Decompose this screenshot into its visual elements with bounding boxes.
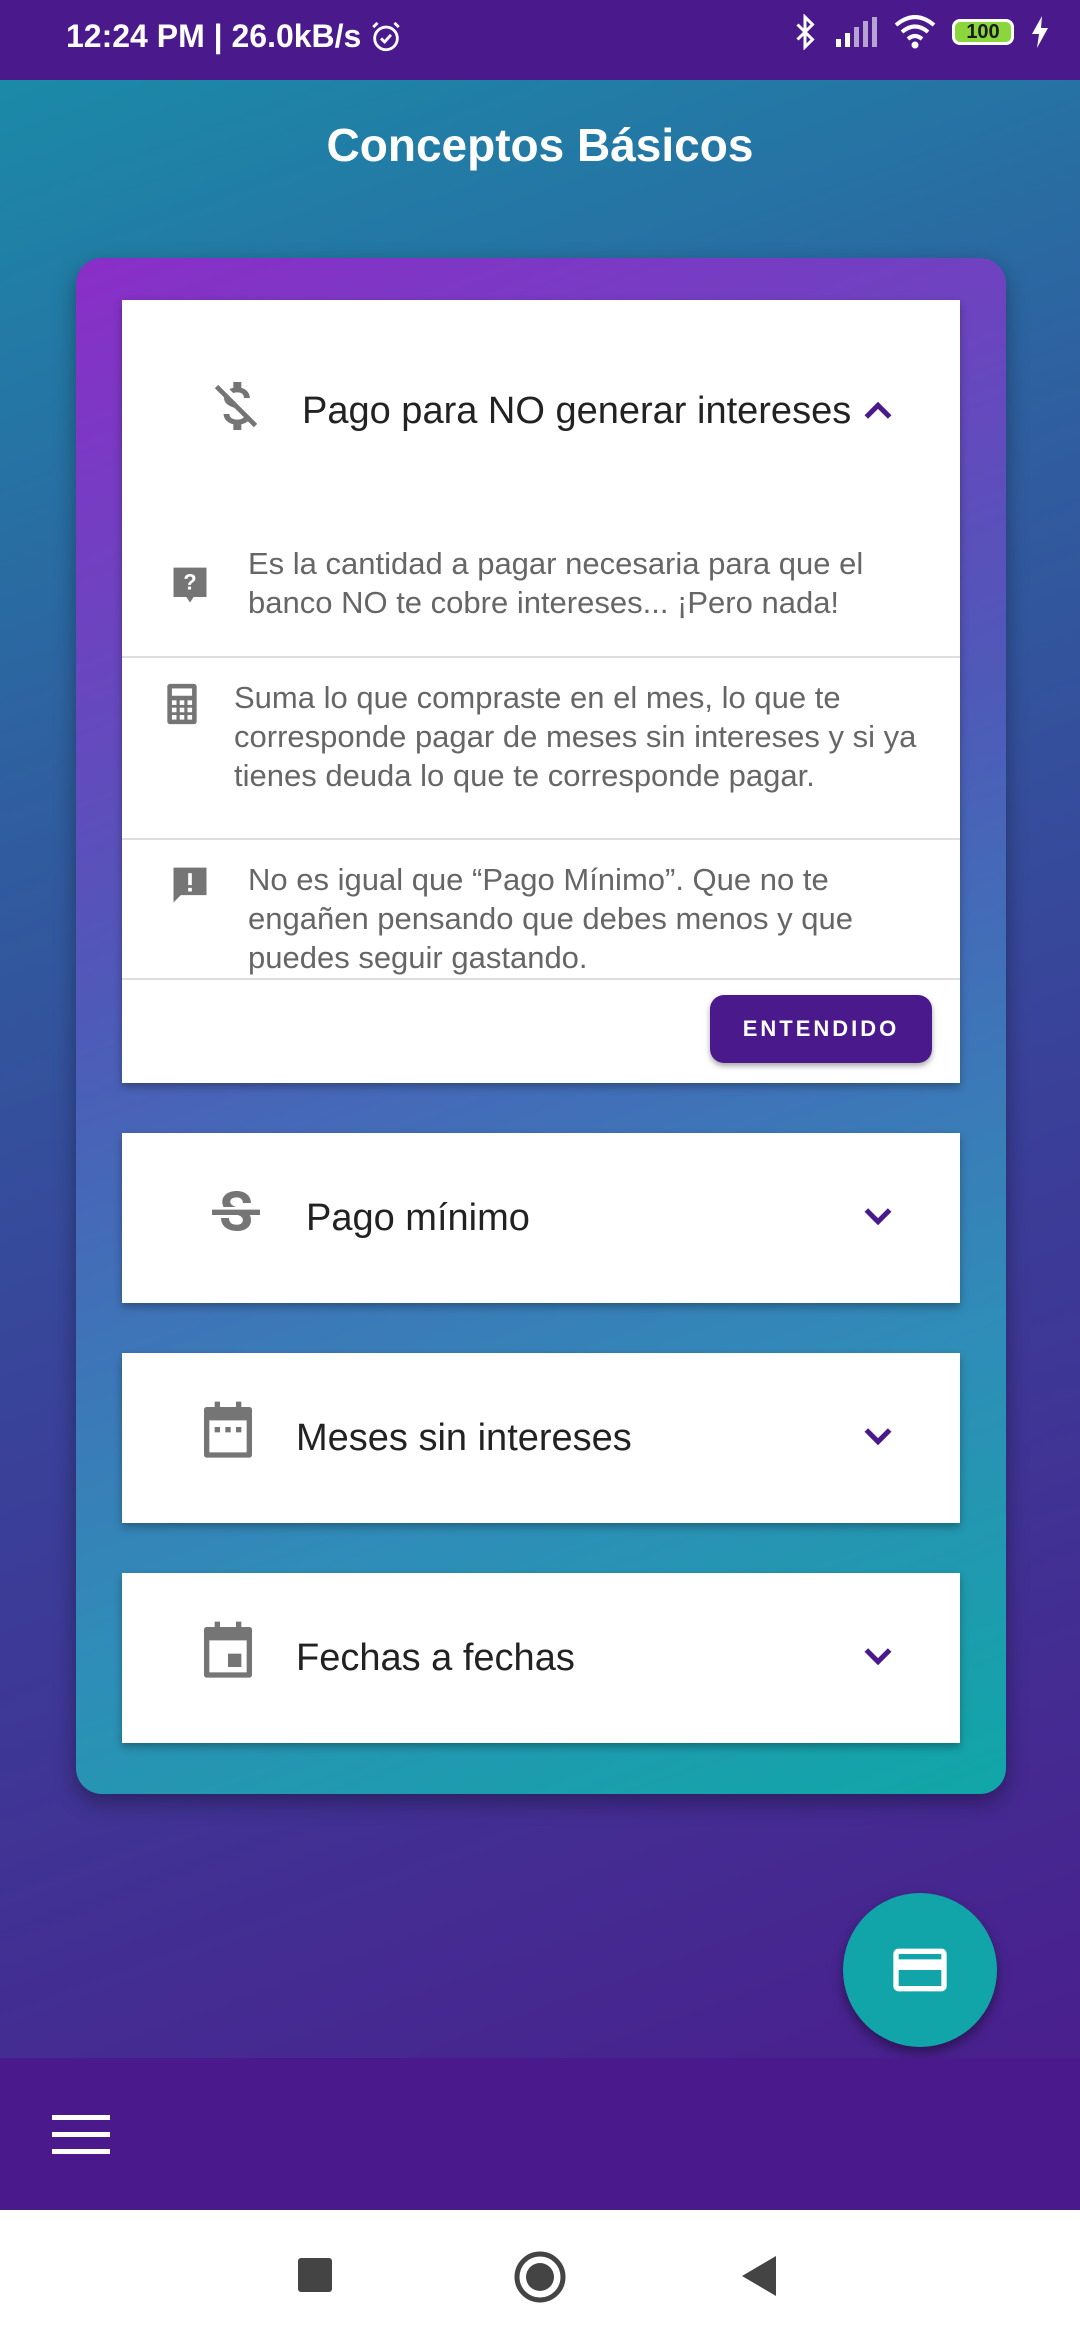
info-row-definition: ? Es la cantidad a pagar necesaria para … [122, 518, 960, 656]
status-bar: 12:24 PM | 26.0kB/s 100 [0, 0, 1080, 80]
wifi-icon [894, 15, 936, 49]
card-pago-minimo[interactable]: Pago mínimo [122, 1133, 960, 1303]
info-row-calculation: Suma lo que compraste en el mes, lo que … [122, 656, 960, 840]
chevron-down-icon[interactable] [858, 1195, 898, 1235]
back-icon[interactable] [742, 2256, 778, 2296]
feedback-icon [173, 867, 207, 903]
recents-icon[interactable] [298, 2258, 332, 2292]
status-time-speed: 12:24 PM | 26.0kB/s [66, 18, 362, 54]
card-title: Meses sin intereses [296, 1417, 632, 1459]
card-fechas[interactable]: Fechas a fechas [122, 1573, 960, 1743]
home-icon[interactable] [513, 2250, 567, 2304]
card-pago-no-intereses: Pago para NO generar intereses ? Es la c… [122, 300, 960, 1083]
chevron-up-icon[interactable] [858, 392, 898, 432]
alarm-icon [372, 21, 401, 51]
card-title: Pago para NO generar intereses [302, 390, 852, 432]
row-text-definition: Es la cantidad a pagar necesaria para qu… [248, 546, 864, 620]
page-title: Conceptos Básicos [326, 119, 754, 171]
strikethrough-s-icon [212, 1191, 260, 1232]
charging-icon [1032, 16, 1048, 48]
menu-icon[interactable] [52, 2113, 110, 2157]
entendido-button[interactable]: ENTENDIDO [710, 995, 932, 1063]
calendar-event-icon [204, 1621, 252, 1678]
help-icon: ? [173, 567, 207, 603]
system-nav-bar [0, 2210, 1080, 2340]
battery-indicator: 100 [952, 19, 1014, 45]
card-meses-sin-intereses[interactable]: Meses sin intereses [122, 1353, 960, 1523]
signal-icon [836, 17, 877, 47]
calculator-icon [167, 683, 197, 725]
bluetooth-icon [796, 14, 815, 50]
bottom-app-bar [0, 2058, 1080, 2210]
row-text-warning: No es igual que “Pago Mínimo”. Que no te… [248, 862, 853, 975]
chevron-down-icon[interactable] [858, 1415, 898, 1455]
credit-card-icon [893, 1948, 947, 1992]
card-title: Fechas a fechas [296, 1637, 575, 1679]
card-title: Pago mínimo [306, 1197, 530, 1239]
card-header-pago-no-intereses[interactable]: Pago para NO generar intereses [122, 300, 960, 470]
svg-text:?: ? [183, 570, 196, 595]
credit-card-fab[interactable] [843, 1893, 997, 2047]
no-money-icon [214, 382, 258, 430]
chevron-down-icon[interactable] [858, 1635, 898, 1675]
calendar-icon [204, 1401, 252, 1458]
row-text-calculation: Suma lo que compraste en el mes, lo que … [234, 680, 917, 793]
info-row-warning: No es igual que “Pago Mínimo”. Que no te… [122, 838, 960, 980]
